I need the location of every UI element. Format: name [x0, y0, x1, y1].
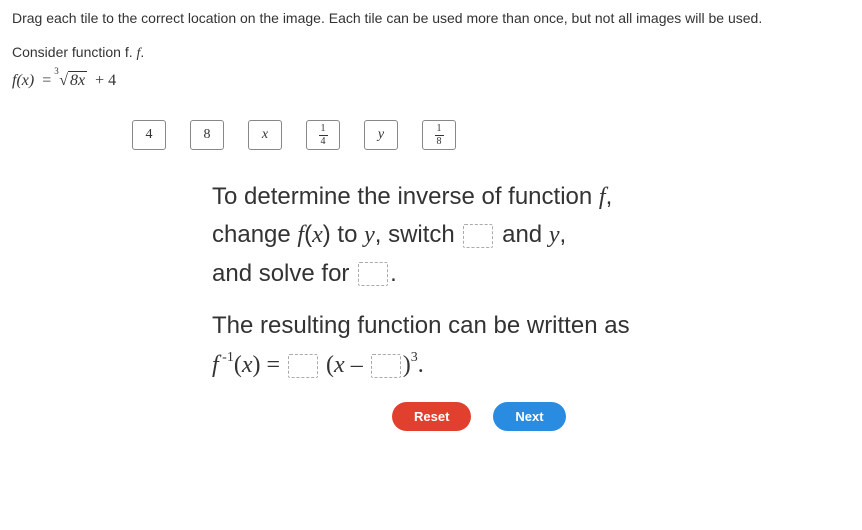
fraction-one-eighth: 1 8 — [435, 124, 444, 147]
txt: , — [559, 221, 566, 248]
txt: , switch — [375, 221, 462, 248]
txt: . — [390, 260, 397, 287]
inv-x2: x — [334, 352, 345, 378]
root-index: 3 — [54, 66, 59, 76]
txt: ( — [304, 221, 312, 248]
instruction-text: Drag each tile to the correct location o… — [12, 10, 850, 26]
formula-equals: = — [42, 72, 51, 89]
fraction-one-fourth: 1 4 — [319, 124, 328, 147]
reset-button[interactable]: Reset — [392, 402, 471, 431]
txt: , — [606, 183, 613, 210]
passage-line-2: The resulting function can be written as… — [212, 307, 812, 384]
txt-y: y — [549, 222, 560, 248]
inv-f: f — [212, 352, 219, 378]
radicand: 8x — [70, 72, 85, 89]
txt: and solve for — [212, 260, 356, 287]
drop-slot-3[interactable] — [288, 354, 318, 378]
tile-one-eighth[interactable]: 1 8 — [422, 120, 456, 150]
consider-text: Consider function f. f. — [12, 44, 850, 62]
tile-8[interactable]: 8 — [190, 120, 224, 150]
drop-slot-2[interactable] — [358, 262, 388, 286]
txt: ) = — [253, 352, 287, 378]
buttons-row: Reset Next — [392, 402, 850, 431]
txt: ) to — [323, 221, 364, 248]
drop-slot-1[interactable] — [463, 224, 493, 248]
function-formula: f(x) = 3 √8x + 4 — [12, 72, 850, 90]
drop-slot-4[interactable] — [371, 354, 401, 378]
txt: ( — [326, 352, 334, 378]
tile-y[interactable]: y — [364, 120, 398, 150]
fraction-num-2: 1 — [435, 124, 444, 136]
inv-cube: 3 — [411, 350, 418, 365]
tiles-row: 4 8 x 1 4 y 1 8 — [132, 120, 850, 150]
txt: . — [418, 352, 424, 378]
formula-lhs: f(x) — [12, 72, 34, 89]
txt: and — [495, 221, 548, 248]
tile-x[interactable]: x — [248, 120, 282, 150]
txt: change — [212, 221, 297, 248]
next-button[interactable]: Next — [493, 402, 565, 431]
prompt-text: Consider function f. — [12, 44, 133, 60]
fraction-num: 1 — [319, 124, 328, 136]
tile-4[interactable]: 4 — [132, 120, 166, 150]
txt-x: x — [312, 222, 323, 248]
txt: ( — [234, 352, 242, 378]
txt: – — [345, 352, 369, 378]
txt-y: y — [364, 222, 375, 248]
tile-one-fourth[interactable]: 1 4 — [306, 120, 340, 150]
passage: To determine the inverse of function f , … — [212, 178, 812, 384]
fraction-den-2: 8 — [437, 136, 442, 147]
txt: The resulting function can be written as — [212, 312, 630, 339]
cube-root: 3 √8x — [59, 72, 87, 90]
txt-f: f — [599, 184, 606, 210]
formula-plus: + 4 — [95, 72, 116, 89]
inv-super: -1 — [219, 350, 234, 365]
txt: To determine the inverse of function — [212, 183, 599, 210]
txt: ) — [403, 352, 411, 378]
passage-line-1: To determine the inverse of function f , … — [212, 178, 812, 293]
inv-x: x — [242, 352, 253, 378]
fraction-den: 4 — [321, 136, 326, 147]
